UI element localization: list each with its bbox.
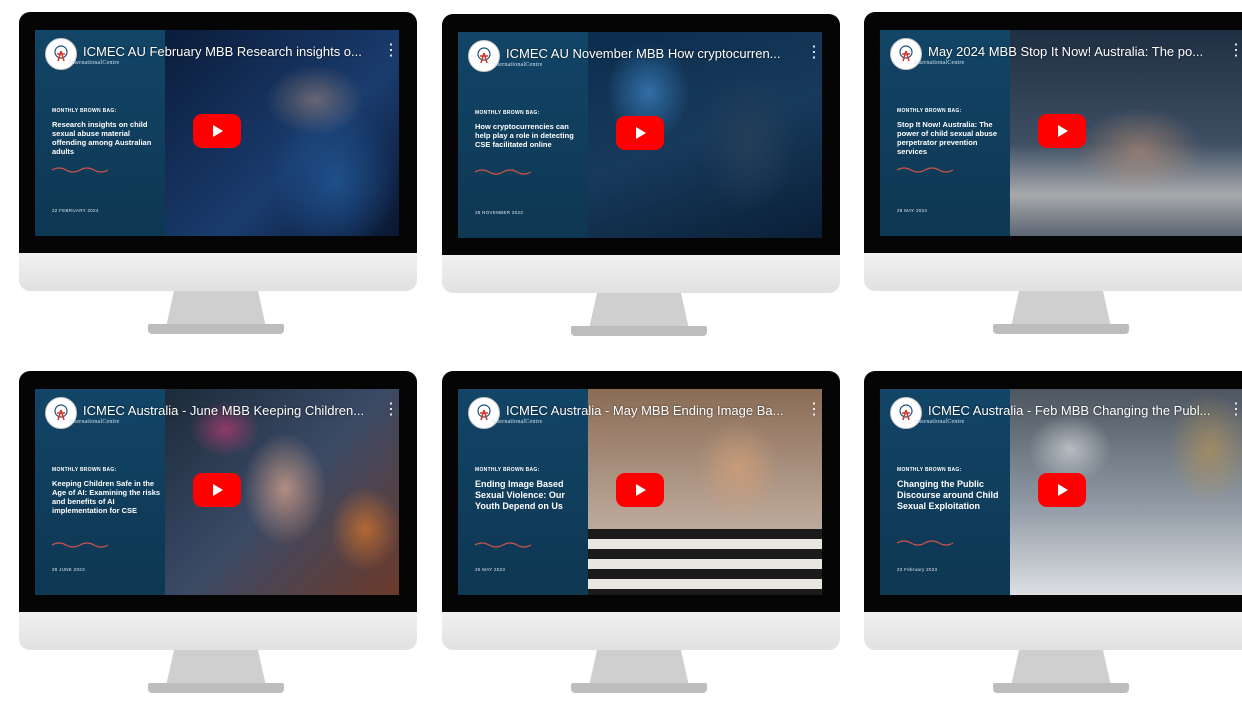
video-title[interactable]: ICMEC Australia - Feb MBB Changing the P… <box>928 403 1218 418</box>
monitor-chin <box>19 612 417 650</box>
decorative-wave <box>475 542 532 548</box>
more-options-icon[interactable]: ⋮ <box>1228 42 1242 60</box>
monitor-chin <box>442 612 840 650</box>
monitor-stand <box>166 291 266 327</box>
logo-caption: InternationalCentre <box>492 62 543 68</box>
video-embed[interactable]: MONTHLY BROWN BAG: Changing the Public D… <box>880 389 1242 595</box>
monitor: MONTHLY BROWN BAG: Research insights on … <box>19 12 417 342</box>
monitor-stand <box>589 650 689 686</box>
talk-title: Stop It Now! Australia: The power of chi… <box>897 120 998 156</box>
monitor-base <box>571 683 707 693</box>
monitor-bezel: MONTHLY BROWN BAG: Stop It Now! Australi… <box>864 12 1242 253</box>
series-label: MONTHLY BROWN BAG: <box>897 467 962 473</box>
monitor-bezel: MONTHLY BROWN BAG: Keeping Children Safe… <box>19 371 417 612</box>
monitor-bezel: MONTHLY BROWN BAG: Changing the Public D… <box>864 371 1242 612</box>
series-label: MONTHLY BROWN BAG: <box>52 108 117 114</box>
logo-caption: InternationalCentre <box>69 419 120 425</box>
talk-title: Keeping Children Safe in the Age of AI: … <box>52 479 161 515</box>
monitor-bezel: MONTHLY BROWN BAG: Research insights on … <box>19 12 417 253</box>
play-button[interactable] <box>616 473 664 507</box>
play-icon <box>1058 125 1068 137</box>
monitor-stand <box>166 650 266 686</box>
play-icon <box>636 127 646 139</box>
series-label: MONTHLY BROWN BAG: <box>52 467 117 473</box>
monitor-base <box>148 324 284 334</box>
monitor-base <box>993 683 1129 693</box>
decorative-wave <box>475 169 532 175</box>
monitor-bezel: MONTHLY BROWN BAG: Ending Image Based Se… <box>442 371 840 612</box>
monitor-bezel: MONTHLY BROWN BAG: How cryptocurrencies … <box>442 14 840 255</box>
video-date: 29 JUNE 2023 <box>52 567 85 572</box>
logo-caption: InternationalCentre <box>914 419 965 425</box>
series-label: MONTHLY BROWN BAG: <box>897 108 962 114</box>
series-label: MONTHLY BROWN BAG: <box>475 110 540 116</box>
play-button[interactable] <box>1038 473 1086 507</box>
monitor-base <box>993 324 1129 334</box>
video-date: 28 NOVEMBER 2023 <box>475 210 524 215</box>
talk-title: Research insights on child sexual abuse … <box>52 120 152 156</box>
more-options-icon[interactable]: ⋮ <box>383 42 399 60</box>
monitor: MONTHLY BROWN BAG: How cryptocurrencies … <box>442 14 840 344</box>
talk-title: Ending Image Based Sexual Violence: Our … <box>475 479 565 511</box>
video-title[interactable]: ICMEC AU November MBB How cryptocurren..… <box>506 46 796 61</box>
monitor-stand <box>1011 650 1111 686</box>
decorative-wave <box>52 542 109 548</box>
play-icon <box>636 484 646 496</box>
video-title[interactable]: ICMEC Australia - May MBB Ending Image B… <box>506 403 796 418</box>
play-button[interactable] <box>616 116 664 150</box>
decorative-wave <box>897 167 954 173</box>
monitor-chin <box>864 253 1242 291</box>
video-title[interactable]: ICMEC Australia - June MBB Keeping Child… <box>83 403 373 418</box>
monitor-base <box>148 683 284 693</box>
decorative-wave <box>52 167 109 173</box>
play-icon <box>1058 484 1068 496</box>
more-options-icon[interactable]: ⋮ <box>806 401 822 419</box>
monitor: MONTHLY BROWN BAG: Changing the Public D… <box>864 371 1242 701</box>
video-date: 25 MAY 2023 <box>475 567 506 572</box>
logo-caption: InternationalCentre <box>492 419 543 425</box>
play-button[interactable] <box>193 114 241 148</box>
monitor-stand <box>589 293 689 329</box>
video-date: 28 MAY 2024 <box>897 208 928 213</box>
logo-caption: InternationalCentre <box>69 60 120 66</box>
video-date: 22 FEBRUARY 2024 <box>52 208 99 213</box>
video-embed[interactable]: MONTHLY BROWN BAG: Ending Image Based Se… <box>458 389 822 595</box>
monitor-stand <box>1011 291 1111 327</box>
video-embed[interactable]: MONTHLY BROWN BAG: How cryptocurrencies … <box>458 32 822 238</box>
monitor-chin <box>442 255 840 293</box>
play-button[interactable] <box>1038 114 1086 148</box>
logo-caption: InternationalCentre <box>914 60 965 66</box>
monitor-chin <box>864 612 1242 650</box>
play-icon <box>213 125 223 137</box>
video-title[interactable]: May 2024 MBB Stop It Now! Australia: The… <box>928 44 1218 59</box>
more-options-icon[interactable]: ⋮ <box>806 44 822 62</box>
video-embed[interactable]: MONTHLY BROWN BAG: Keeping Children Safe… <box>35 389 399 595</box>
video-title[interactable]: ICMEC AU February MBB Research insights … <box>83 44 373 59</box>
video-embed[interactable]: MONTHLY BROWN BAG: Stop It Now! Australi… <box>880 30 1242 236</box>
play-icon <box>213 484 223 496</box>
monitor: MONTHLY BROWN BAG: Ending Image Based Se… <box>442 371 840 701</box>
video-embed[interactable]: MONTHLY BROWN BAG: Research insights on … <box>35 30 399 236</box>
decorative-wave <box>897 540 954 546</box>
monitor-base <box>571 326 707 336</box>
more-options-icon[interactable]: ⋮ <box>383 401 399 419</box>
series-label: MONTHLY BROWN BAG: <box>475 467 540 473</box>
talk-title: Changing the Public Discourse around Chi… <box>897 479 999 511</box>
monitor: MONTHLY BROWN BAG: Stop It Now! Australi… <box>864 12 1242 342</box>
monitor-chin <box>19 253 417 291</box>
more-options-icon[interactable]: ⋮ <box>1228 401 1242 419</box>
video-date: 23 February 2023 <box>897 567 938 572</box>
monitor: MONTHLY BROWN BAG: Keeping Children Safe… <box>19 371 417 701</box>
talk-title: How cryptocurrencies can help play a rol… <box>475 122 574 149</box>
play-button[interactable] <box>193 473 241 507</box>
